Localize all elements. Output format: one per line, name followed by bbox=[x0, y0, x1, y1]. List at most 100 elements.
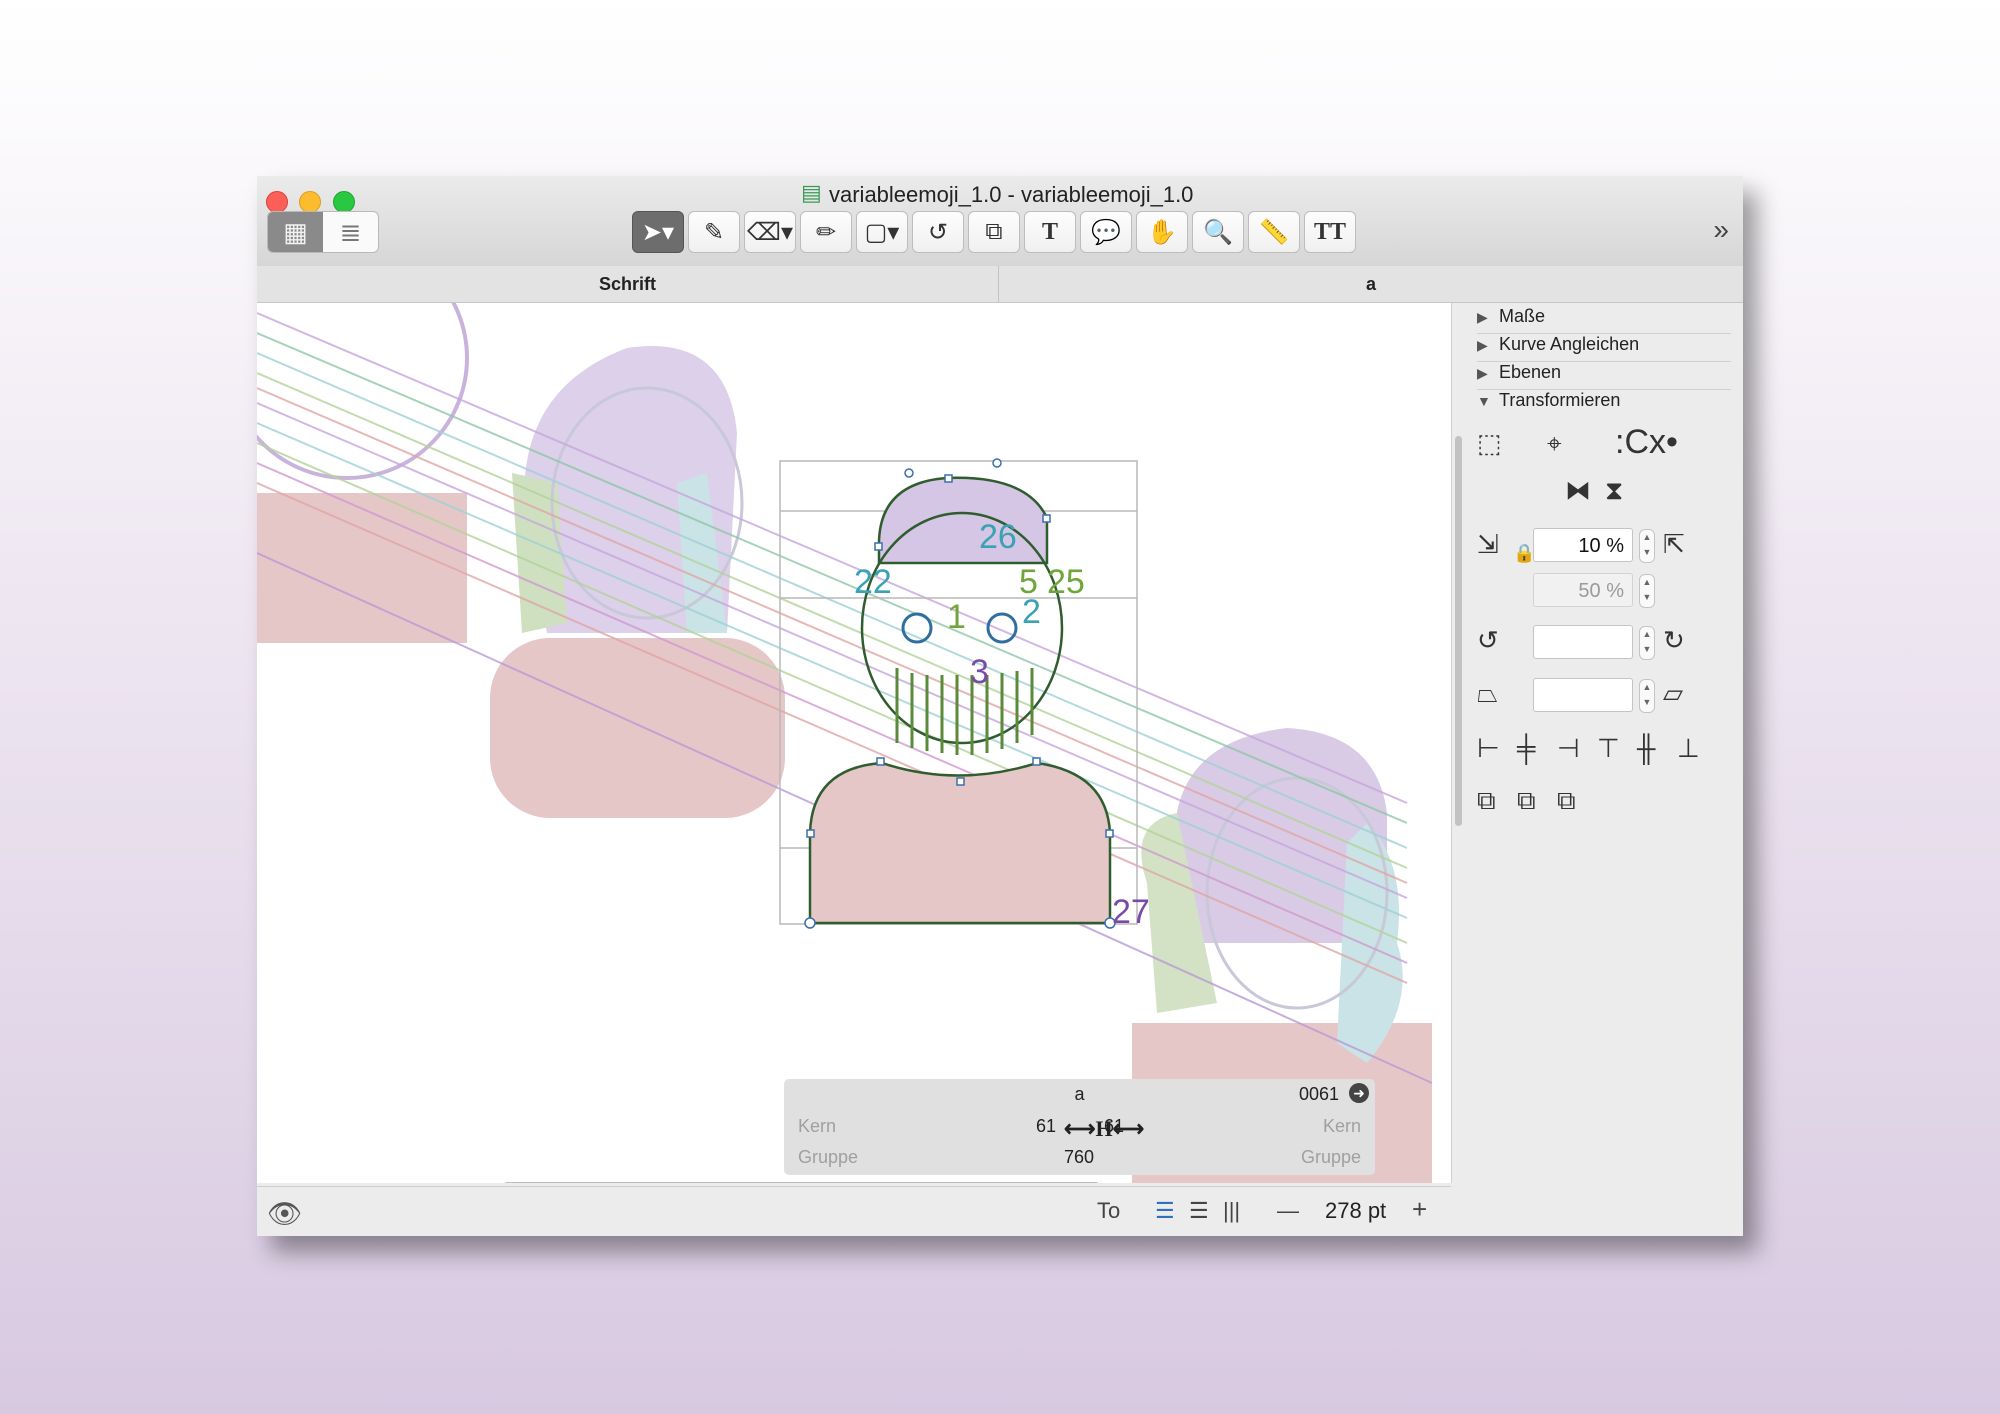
svg-text:2: 2 bbox=[1022, 593, 1041, 631]
slant-left-icon[interactable]: ⏢ bbox=[1477, 678, 1498, 710]
rotate-ccw-icon[interactable]: ↺ bbox=[1477, 625, 1499, 656]
hand-tool[interactable]: ✋ bbox=[1136, 211, 1188, 253]
list-view-icon[interactable]: ≣ bbox=[323, 212, 378, 252]
vertical-scrollbar[interactable] bbox=[1455, 436, 1462, 826]
glyph-width-field[interactable]: 760 bbox=[1064, 1147, 1094, 1168]
crosshair-origin-icon[interactable]: ⌖ bbox=[1547, 428, 1562, 460]
left-sidebearing-field[interactable]: 61 bbox=[1036, 1116, 1056, 1137]
hair-contour bbox=[877, 476, 1049, 565]
select-tool[interactable]: ➤▾ bbox=[632, 211, 684, 253]
slant-right-icon[interactable]: ▱ bbox=[1663, 678, 1683, 709]
unicode-value[interactable]: 0061 bbox=[1299, 1084, 1339, 1105]
scale-up-icon[interactable]: ⇱ bbox=[1663, 529, 1685, 560]
svg-text:27: 27 bbox=[1112, 893, 1150, 931]
view-mode-segment[interactable]: ▦ ≣ bbox=[267, 211, 379, 253]
text-tool[interactable]: T bbox=[1024, 211, 1076, 253]
slant-stepper[interactable]: ▲ ▼ bbox=[1639, 679, 1655, 713]
scale-y-field[interactable]: 50 % bbox=[1533, 573, 1633, 607]
glyph-artwork: 26 22 5 25 1 2 3 27 bbox=[257, 303, 1433, 1183]
document-icon: ▤ bbox=[801, 180, 822, 205]
face-outline bbox=[257, 303, 469, 480]
section-kurve-angleichen[interactable]: ▶ Kurve Angleichen bbox=[1477, 334, 1731, 362]
flip-vertical-icon[interactable]: ⧗ bbox=[1605, 475, 1623, 507]
tool-palette: ➤▾ ✎ ⌫▾ ✏ ▢▾ ↺ ⧉ T 💬 ✋ 🔍 📏 TT bbox=[632, 211, 1356, 253]
section-transformieren[interactable]: ▼ Transformieren bbox=[1477, 390, 1731, 417]
rotate-cw-icon[interactable]: ↻ bbox=[1663, 625, 1685, 656]
horizontal-scrollbar[interactable] bbox=[503, 1182, 1100, 1183]
tab-glyph[interactable]: a bbox=[999, 266, 1743, 302]
window-title: variableemoji_1.0 - variableemoji_1.0 bbox=[829, 182, 1194, 207]
interpolation-lines bbox=[257, 312, 1433, 1084]
eye-contour bbox=[986, 612, 1018, 644]
svg-text:22: 22 bbox=[854, 563, 892, 601]
tab-bar: Schrift a bbox=[257, 266, 1743, 303]
right-group-label[interactable]: Gruppe bbox=[1301, 1147, 1361, 1168]
scale-y-stepper[interactable]: ▲ ▼ bbox=[1639, 574, 1655, 608]
toolbar-overflow-icon[interactable]: » bbox=[1713, 214, 1729, 246]
select-all-layers-tool[interactable]: ✎ bbox=[688, 211, 740, 253]
align-left-edges-icon[interactable]: ⊢ bbox=[1477, 733, 1500, 764]
union-icon[interactable]: ⧉ bbox=[1477, 785, 1496, 817]
shape-tool[interactable]: ▢▾ bbox=[856, 211, 908, 253]
bounding-box-origin-icon[interactable]: ⬚ bbox=[1477, 428, 1502, 459]
scale-x-stepper[interactable]: ▲ ▼ bbox=[1639, 529, 1655, 563]
custom-origin-icon[interactable]: :Cx• bbox=[1615, 423, 1678, 462]
glyph-name: a bbox=[1074, 1084, 1085, 1104]
zoom-in-button[interactable]: + bbox=[1412, 1194, 1427, 1225]
align-right-icon[interactable]: ☰ bbox=[1189, 1198, 1209, 1224]
inspector-sidebar: ▶ Maße ▶ Kurve Angleichen ▶ Ebenen ▼ Transfo… bbox=[1465, 303, 1743, 1236]
rotate-field[interactable] bbox=[1533, 625, 1633, 659]
minimize-button[interactable] bbox=[299, 191, 321, 213]
section-ebenen[interactable]: ▶ Ebenen bbox=[1477, 362, 1731, 390]
left-group-label[interactable]: Gruppe bbox=[798, 1147, 858, 1168]
zoom-out-button[interactable]: — bbox=[1277, 1198, 1299, 1224]
disclosure-down-icon: ▼ bbox=[1477, 393, 1491, 409]
subtract-icon[interactable]: ⧉ bbox=[1517, 785, 1536, 817]
intersect-icon[interactable]: ⧉ bbox=[1557, 785, 1576, 817]
disclosure-right-icon: ▶ bbox=[1477, 365, 1488, 381]
preview-eye-icon[interactable]: 👁 bbox=[267, 1197, 303, 1230]
rotate-stepper[interactable]: ▲ ▼ bbox=[1639, 626, 1655, 660]
scale-down-icon[interactable]: ⇲ bbox=[1477, 529, 1499, 560]
vertical-layout-icon[interactable]: ||| bbox=[1223, 1198, 1240, 1224]
measurement-tool[interactable]: 📏 bbox=[1248, 211, 1300, 253]
align-top-edges-icon[interactable]: ⊤ bbox=[1597, 733, 1620, 764]
align-vertical-center-icon[interactable]: ╫ bbox=[1637, 733, 1655, 764]
tab-font[interactable]: Schrift bbox=[257, 266, 999, 302]
pencil-tool[interactable]: ✏ bbox=[800, 211, 852, 253]
zoom-level[interactable]: 278 pt bbox=[1325, 1198, 1386, 1224]
align-horizontal-center-icon[interactable]: ╪ bbox=[1517, 733, 1535, 764]
grid-view-icon[interactable]: ▦ bbox=[268, 212, 323, 252]
slant-field[interactable] bbox=[1533, 678, 1633, 712]
text-direction-label[interactable]: To bbox=[1097, 1198, 1120, 1224]
align-right-edges-icon[interactable]: ⊣ bbox=[1557, 733, 1580, 764]
scale-tool[interactable]: ⧉ bbox=[968, 211, 1020, 253]
section-masse[interactable]: ▶ Maße bbox=[1477, 306, 1731, 334]
eraser-tool[interactable]: ⌫▾ bbox=[744, 211, 796, 253]
disclosure-right-icon: ▶ bbox=[1477, 337, 1488, 353]
text-style-tool[interactable]: TT bbox=[1304, 211, 1356, 253]
right-sidebearing-field[interactable]: 61 bbox=[1104, 1116, 1124, 1137]
group-row: Gruppe 760 Gruppe bbox=[784, 1147, 1375, 1177]
rotate-tool[interactable]: ↺ bbox=[912, 211, 964, 253]
arrow-right-icon[interactable]: ➜ bbox=[1349, 1083, 1369, 1103]
metrics-panel: a 0061 ➜ Kern 61 ⟷H⟷ 61 Kern Gruppe 760 … bbox=[784, 1079, 1375, 1175]
svg-text:25: 25 bbox=[1047, 563, 1085, 601]
flip-horizontal-icon[interactable]: ⧓ bbox=[1565, 475, 1591, 506]
svg-text:26: 26 bbox=[979, 518, 1017, 556]
close-button[interactable] bbox=[266, 191, 288, 213]
edit-canvas[interactable]: 26 22 5 25 1 2 3 27 bbox=[257, 303, 1452, 1183]
body-contour bbox=[808, 761, 1112, 925]
align-bottom-edges-icon[interactable]: ⊥ bbox=[1677, 733, 1700, 764]
app-window: ▤ variableemoji_1.0 - variableemoji_1.0 … bbox=[257, 176, 1743, 1236]
zoom-tool[interactable]: 🔍 bbox=[1192, 211, 1244, 253]
right-kern-label: Kern bbox=[1322, 1116, 1361, 1136]
annotation-tool[interactable]: 💬 bbox=[1080, 211, 1132, 253]
zoom-button[interactable] bbox=[333, 191, 355, 213]
align-left-icon[interactable]: ☰ bbox=[1155, 1198, 1175, 1224]
scale-x-field[interactable]: 10 % bbox=[1533, 528, 1633, 562]
left-kern-label: Kern bbox=[798, 1116, 837, 1136]
status-bar: 👁 To ☰ ☰ ||| — 278 pt + bbox=[257, 1186, 1451, 1236]
disclosure-right-icon: ▶ bbox=[1477, 309, 1488, 325]
svg-text:1: 1 bbox=[947, 598, 966, 636]
